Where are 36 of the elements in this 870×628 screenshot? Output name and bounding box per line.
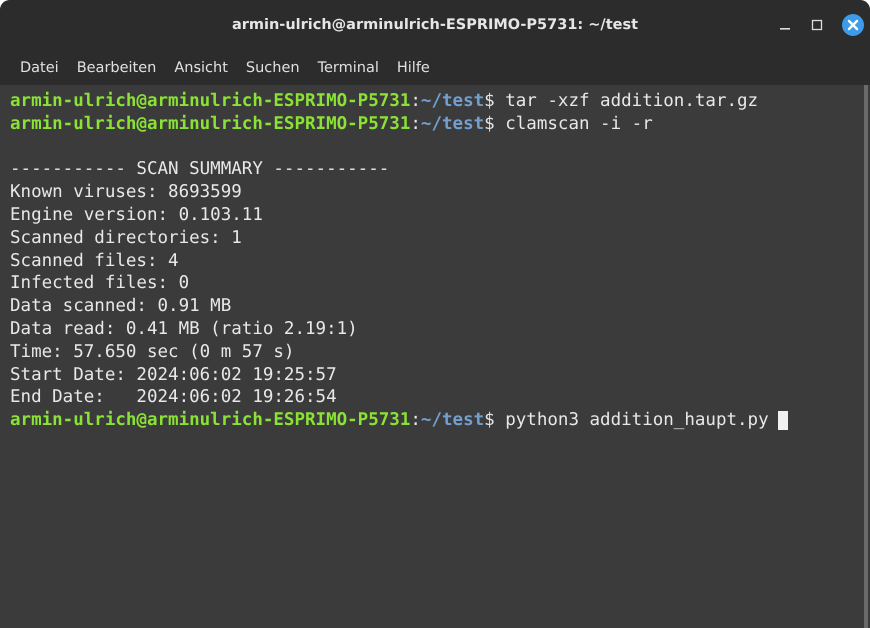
output-line: End Date: 2024:06:02 19:26:54 [10, 386, 337, 410]
output-line: Data read: 0.41 MB (ratio 2.19:1) [10, 318, 358, 341]
window-title: armin-ulrich@arminulrich-ESPRIMO-P5731: ~/test [232, 17, 638, 33]
output-line: Engine version: 0.103.11 [10, 204, 263, 227]
command-text: python3 addition_haupt.py [505, 409, 769, 432]
command-text: clamscan -i -r [505, 112, 653, 136]
command-text: tar -xzf addition.tar.gz [505, 90, 758, 113]
prompt-user-host: armin-ulrich@arminulrich-ESPRIMO-P5731 [10, 90, 410, 113]
output-line: ----------- SCAN SUMMARY ----------- [10, 158, 390, 182]
prompt-path: ~/test [420, 409, 484, 432]
output-line: Data scanned: 0.91 MB [10, 295, 232, 318]
menu-item[interactable]: Bearbeiten [68, 56, 164, 80]
prompt-path: ~/test [420, 90, 484, 113]
output-line: Time: 57.650 sec (0 m 57 s) [10, 340, 294, 364]
menu-item[interactable]: Datei [12, 56, 67, 80]
prompt-symbol: $ [484, 112, 495, 136]
output-line: Start Date: 2024:06:02 19:25:57 [10, 364, 337, 386]
menu-item[interactable]: Suchen [238, 56, 308, 80]
prompt-symbol: $ [484, 90, 495, 113]
prompt-separator: : [410, 112, 421, 136]
close-icon[interactable] [842, 14, 864, 36]
menu-item[interactable]: Ansicht [166, 56, 236, 80]
prompt-separator: : [410, 409, 421, 432]
prompt-user-host: armin-ulrich@arminulrich-ESPRIMO-P5731 [10, 409, 410, 432]
prompt-user-host: armin-ulrich@arminulrich-ESPRIMO-P5731 [10, 112, 410, 136]
output-line: Scanned files: 4 [10, 250, 179, 272]
prompt-symbol: $ [484, 409, 495, 432]
output-line: Infected files: 0 [10, 272, 190, 296]
scrollbar[interactable] [864, 85, 868, 628]
menu-item[interactable]: Terminal [310, 56, 387, 80]
prompt-separator: : [410, 90, 421, 113]
maximize-icon[interactable] [810, 18, 824, 32]
menu-item[interactable]: Hilfe [388, 56, 438, 80]
output-line: Known viruses: 8693599 [10, 181, 242, 204]
output-line: Scanned directories: 1 [10, 226, 242, 250]
prompt-path: ~/test [420, 112, 484, 136]
